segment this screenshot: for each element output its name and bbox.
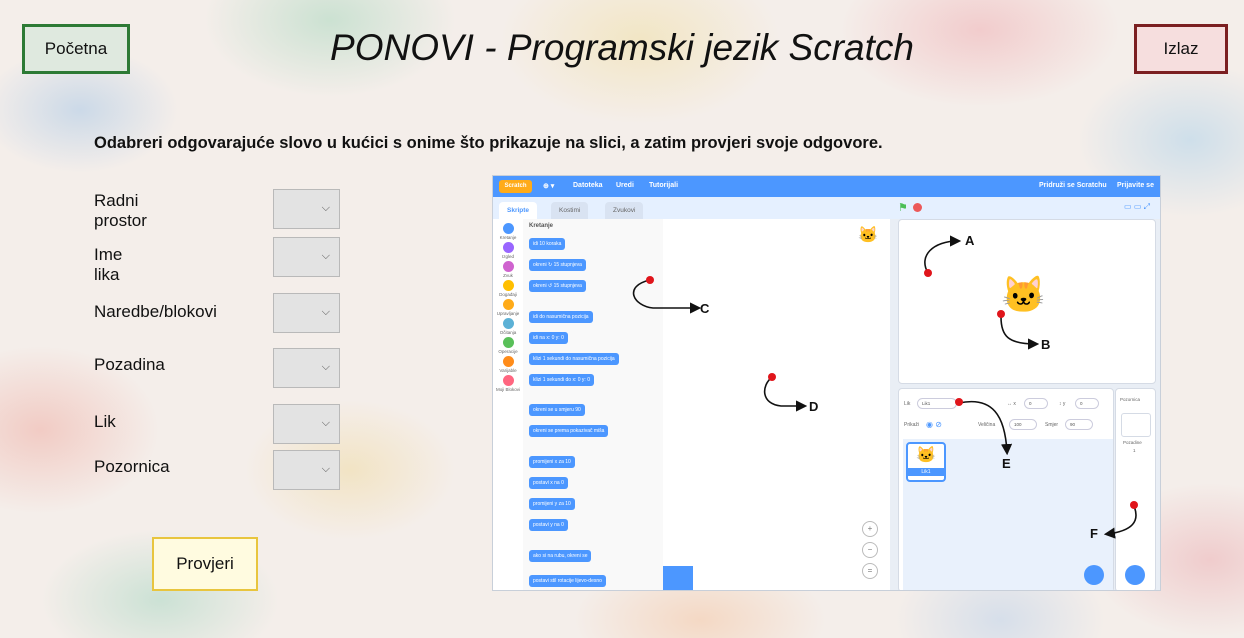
row-label-pozornica: Pozornica (94, 457, 170, 476)
select-pozornica[interactable]: ⌵ (273, 450, 340, 490)
page-title: PONOVI - Programski jezik Scratch (330, 27, 914, 68)
row-label-naredbe-blokovi: Naredbe/blokovi (94, 302, 217, 321)
exit-button[interactable]: Izlaz (1134, 24, 1228, 74)
chevron-down-icon: ⌵ (321, 250, 330, 262)
callout-a: A (965, 233, 975, 248)
row-label-ime-lika: Ime lika (94, 245, 123, 284)
chevron-down-icon: ⌵ (321, 417, 330, 429)
chevron-down-icon: ⌵ (321, 361, 330, 373)
callout-dot-a (924, 269, 932, 277)
select-ime-lika[interactable]: ⌵ (273, 237, 340, 277)
chevron-down-icon: ⌵ (321, 306, 330, 318)
select-pozadina[interactable]: ⌵ (273, 348, 340, 388)
callout-arrows (632, 235, 1137, 539)
callout-dot-f (1130, 501, 1138, 509)
callout-b: B (1041, 337, 1051, 352)
callout-f: F (1090, 526, 1098, 541)
callout-dot-c (646, 276, 654, 284)
scratch-editor-image: Scratch ⊕ ▾ Datoteka Uredi Tutorijali Pr… (493, 176, 1160, 590)
callout-c: C (700, 301, 710, 316)
callout-dot-e (955, 398, 963, 406)
callout-dot-b (997, 310, 1005, 318)
select-naredbe-blokovi[interactable]: ⌵ (273, 293, 340, 333)
row-label-radni-prostor: Radni prostor (94, 191, 147, 230)
chevron-down-icon: ⌵ (321, 202, 330, 214)
callout-dot-d (768, 373, 776, 381)
select-lik[interactable]: ⌵ (273, 404, 340, 444)
row-label-lik: Lik (94, 412, 116, 431)
check-button[interactable]: Provjeri (152, 537, 258, 591)
callout-e: E (1002, 456, 1011, 471)
row-label-pozadina: Pozadina (94, 355, 165, 374)
select-radni-prostor[interactable]: ⌵ (273, 189, 340, 229)
chevron-down-icon: ⌵ (321, 463, 330, 475)
callout-d: D (809, 399, 819, 414)
instruction-text: Odabreri odgovarajuće slovo u kućici s o… (94, 134, 883, 152)
